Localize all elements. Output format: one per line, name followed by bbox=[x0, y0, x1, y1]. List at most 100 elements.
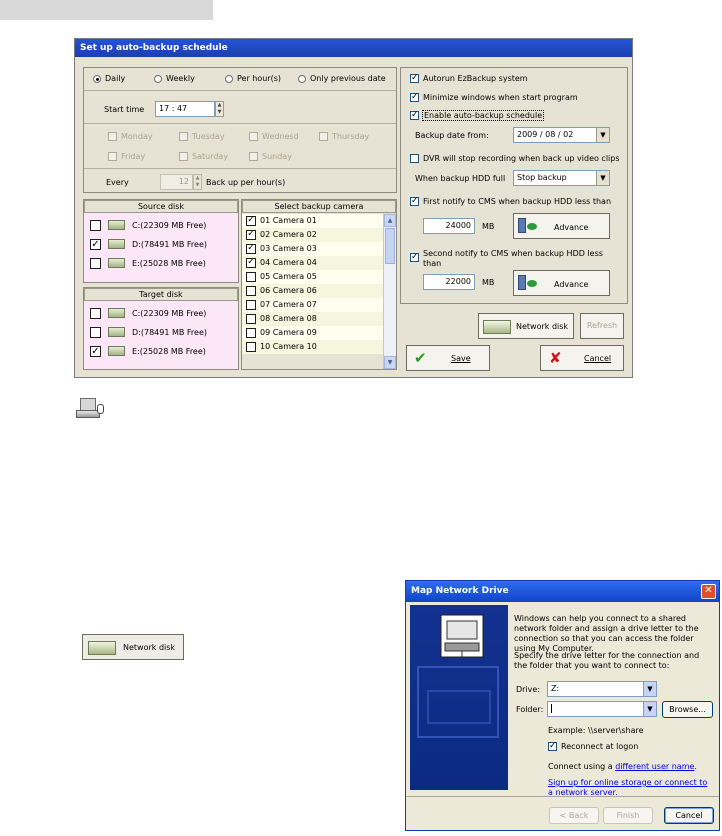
radio-daily-label: Daily bbox=[105, 74, 126, 83]
camera-item[interactable]: ✓ 04 Camera 04 bbox=[242, 256, 383, 270]
target-disk-checkbox[interactable] bbox=[90, 327, 101, 338]
dvr-stop-label: DVR will stop recording when back up vid… bbox=[423, 154, 620, 163]
source-disk-checkbox[interactable] bbox=[90, 220, 101, 231]
camera-label: 05 Camera 05 bbox=[260, 272, 317, 281]
source-disk-item[interactable]: E:(25028 MB Free) bbox=[84, 255, 238, 271]
first-notify-checkbox[interactable]: ✓ bbox=[410, 197, 419, 206]
refresh-button[interactable]: Refresh bbox=[580, 313, 624, 339]
dvr-stop-checkbox[interactable] bbox=[410, 154, 419, 163]
source-disk-label: E:(25028 MB Free) bbox=[132, 259, 206, 268]
camera-item[interactable]: ✓ 03 Camera 03 bbox=[242, 242, 383, 256]
day-tuesday-checkbox[interactable] bbox=[179, 132, 188, 141]
network-computer-icon bbox=[518, 274, 538, 292]
target-disk-item[interactable]: ✓ E:(25028 MB Free) bbox=[84, 343, 238, 359]
back-button[interactable]: < Back bbox=[549, 807, 599, 824]
target-disk-checkbox[interactable]: ✓ bbox=[90, 346, 101, 357]
day-wednesday-checkbox[interactable] bbox=[249, 132, 258, 141]
camera-checkbox[interactable]: ✓ bbox=[246, 216, 256, 226]
camera-item[interactable]: 08 Camera 08 bbox=[242, 312, 383, 326]
network-disk-button[interactable]: Network disk bbox=[478, 313, 574, 339]
day-monday-checkbox[interactable] bbox=[108, 132, 117, 141]
camera-checkbox[interactable] bbox=[246, 272, 256, 282]
finish-button[interactable]: Finish bbox=[603, 807, 653, 824]
every-field[interactable]: 12 bbox=[160, 174, 193, 190]
signup-link[interactable]: Sign up for online storage or connect to… bbox=[548, 778, 713, 798]
drive-select[interactable]: Z: ▼ bbox=[547, 681, 657, 697]
network-computer-icon bbox=[518, 217, 538, 235]
second-notify-checkbox[interactable]: ✓ bbox=[410, 253, 419, 262]
start-time-field[interactable]: 17 : 47 bbox=[155, 101, 215, 117]
backup-date-field[interactable]: 2009 / 08 / 02 ▼ bbox=[513, 127, 610, 143]
camera-checkbox[interactable] bbox=[246, 328, 256, 338]
scroll-up-arrow-icon[interactable]: ▲ bbox=[384, 214, 396, 227]
cancel-button[interactable]: ✘ Cancel bbox=[540, 345, 624, 371]
reconnect-label: Reconnect at logon bbox=[561, 742, 639, 751]
chevron-down-icon[interactable]: ▼ bbox=[596, 128, 609, 142]
camera-item[interactable]: ✓ 01 Camera 01 bbox=[242, 214, 383, 228]
source-disk-panel: Source disk C:(22309 MB Free) ✓ D:(78491 M… bbox=[83, 199, 239, 283]
camera-item[interactable]: 05 Camera 05 bbox=[242, 270, 383, 284]
chevron-down-icon[interactable]: ▼ bbox=[643, 702, 656, 716]
camera-label: 09 Camera 09 bbox=[260, 328, 317, 337]
scroll-down-arrow-icon[interactable]: ▼ bbox=[384, 356, 396, 369]
source-disk-label: C:(22309 MB Free) bbox=[132, 221, 207, 230]
target-disk-item[interactable]: C:(22309 MB Free) bbox=[84, 305, 238, 321]
autorun-checkbox[interactable]: ✓ bbox=[410, 74, 419, 83]
camera-checkbox[interactable]: ✓ bbox=[246, 244, 256, 254]
camera-checkbox[interactable] bbox=[246, 286, 256, 296]
day-saturday-checkbox[interactable] bbox=[179, 152, 188, 161]
folder-input[interactable]: ▼ bbox=[547, 701, 657, 717]
camera-label: 10 Camera 10 bbox=[260, 342, 317, 351]
source-disk-checkbox[interactable]: ✓ bbox=[90, 239, 101, 250]
chevron-down-icon[interactable]: ▼ bbox=[643, 682, 656, 696]
chevron-down-icon[interactable]: ▼ bbox=[596, 171, 609, 185]
source-disk-item[interactable]: ✓ D:(78491 MB Free) bbox=[84, 236, 238, 252]
camera-item[interactable]: ✓ 02 Camera 02 bbox=[242, 228, 383, 242]
check-icon: ✔ bbox=[414, 349, 427, 367]
source-disk-item[interactable]: C:(22309 MB Free) bbox=[84, 217, 238, 233]
radio-daily[interactable] bbox=[93, 75, 101, 83]
camera-checkbox[interactable]: ✓ bbox=[246, 230, 256, 240]
day-thursday-checkbox[interactable] bbox=[319, 132, 328, 141]
camera-scrollbar[interactable]: ▲ ▼ bbox=[383, 214, 396, 369]
source-disk-header: Source disk bbox=[84, 200, 238, 213]
camera-item[interactable]: 06 Camera 06 bbox=[242, 284, 383, 298]
reconnect-checkbox[interactable]: ✓ bbox=[548, 742, 557, 751]
map-cancel-button[interactable]: Cancel bbox=[664, 807, 714, 824]
radio-only-previous[interactable] bbox=[298, 75, 306, 83]
camera-checkbox[interactable] bbox=[246, 342, 256, 352]
second-notify-label: Second notify to CMS when backup HDD les… bbox=[423, 249, 603, 268]
different-user-link[interactable]: different user name bbox=[615, 762, 694, 771]
enable-auto-backup-checkbox[interactable]: ✓ bbox=[410, 111, 419, 120]
start-time-spinner[interactable]: ▲ ▼ bbox=[215, 101, 224, 117]
camera-item[interactable]: 07 Camera 07 bbox=[242, 298, 383, 312]
day-sunday-checkbox[interactable] bbox=[249, 152, 258, 161]
camera-checkbox[interactable] bbox=[246, 314, 256, 324]
target-disk-checkbox[interactable] bbox=[90, 308, 101, 319]
hdd-full-select[interactable]: Stop backup ▼ bbox=[513, 170, 610, 186]
save-button[interactable]: ✔ Save bbox=[406, 345, 490, 371]
radio-per-hour[interactable] bbox=[225, 75, 233, 83]
close-icon[interactable]: ✕ bbox=[701, 584, 716, 599]
second-notify-value[interactable]: 22000 bbox=[423, 274, 475, 290]
radio-weekly[interactable] bbox=[154, 75, 162, 83]
day-friday-checkbox[interactable] bbox=[108, 152, 117, 161]
minimize-checkbox[interactable]: ✓ bbox=[410, 93, 419, 102]
camera-checkbox[interactable] bbox=[246, 300, 256, 310]
start-time-label: Start time bbox=[104, 105, 145, 114]
camera-item[interactable]: 10 Camera 10 bbox=[242, 340, 383, 354]
camera-checkbox[interactable]: ✓ bbox=[246, 258, 256, 268]
scroll-thumb[interactable] bbox=[385, 228, 395, 264]
second-advance-button[interactable]: Advance bbox=[513, 270, 610, 296]
network-disk-standalone-button[interactable]: Network disk bbox=[82, 634, 184, 660]
day-sunday-label: Sunday bbox=[262, 152, 292, 161]
first-advance-button[interactable]: Advance bbox=[513, 213, 610, 239]
target-disk-header: Target disk bbox=[84, 288, 238, 301]
source-disk-checkbox[interactable] bbox=[90, 258, 101, 269]
map-network-drive-dialog: Map Network Drive ✕ Windows can help you… bbox=[405, 580, 720, 831]
first-notify-value[interactable]: 24000 bbox=[423, 218, 475, 234]
browse-button[interactable]: Browse... bbox=[662, 701, 713, 718]
target-disk-item[interactable]: D:(78491 MB Free) bbox=[84, 324, 238, 340]
camera-item[interactable]: 09 Camera 09 bbox=[242, 326, 383, 340]
every-spinner[interactable]: ▲ ▼ bbox=[193, 174, 202, 190]
